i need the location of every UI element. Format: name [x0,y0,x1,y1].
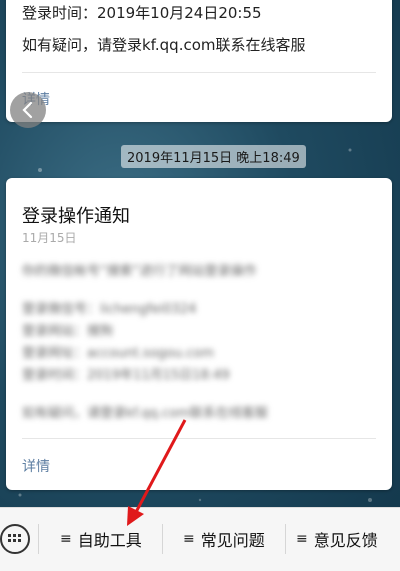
blurred-content-line: 如有疑问，请登录kf.qq.com联系在线客服 [22,406,268,421]
bottom-menu-bar: ≡ 自助工具 ≡ 常见问题 ≡ 意见反馈 [0,507,400,571]
menu-item-self-service[interactable]: ≡ 自助工具 [60,526,142,552]
login-time-text: 登录时间：2019年10月24日20:55 [22,4,262,22]
blurred-content-line: 登录网站：搜狗 [22,324,114,339]
menu-lines-icon: ≡ [183,531,195,547]
keyboard-icon [8,534,21,542]
menu-item-label: 常见问题 [200,531,265,550]
menu-lines-icon: ≡ [60,531,72,547]
menu-lines-icon: ≡ [296,531,308,547]
menu-item-faq[interactable]: ≡ 常见问题 [183,526,265,552]
menu-separator [285,524,286,554]
menu-separator [162,524,163,554]
blurred-content-line: 登录微信号：lichengfei0324 [22,302,197,317]
blurred-content-line: 登录时间：2019年11月15日18:49 [22,368,230,383]
login-notification-card[interactable]: 登录操作通知 11月15日 你的微信帐号“搜索”进行了网站登录操作 登录微信号：… [6,178,392,490]
menu-item-label: 意见反馈 [313,531,378,550]
card-date: 11月15日 [22,231,77,245]
card-divider [22,438,376,439]
menu-item-feedback[interactable]: ≡ 意见反馈 [296,526,378,552]
help-text: 如有疑问，请登录kf.qq.com联系在线客服 [22,36,306,54]
card-title: 登录操作通知 [22,206,130,227]
chevron-left-icon [22,101,33,119]
menu-item-label: 自助工具 [77,531,142,550]
menu-separator [38,524,39,554]
details-link[interactable]: 详情 [22,456,50,476]
card-divider [22,72,376,73]
message-timestamp: 2019年11月15日 晚上18:49 [121,145,306,168]
blurred-content-line: 你的微信帐号“搜索”进行了网站登录操作 [22,264,257,279]
back-button[interactable] [10,92,46,128]
blurred-content-line: 登录网址：account.sogou.com [22,346,214,361]
login-notification-card-previous[interactable]: 登录时间：2019年10月24日20:55 如有疑问，请登录kf.qq.com联… [6,0,392,122]
keyboard-toggle-button[interactable] [0,524,30,554]
